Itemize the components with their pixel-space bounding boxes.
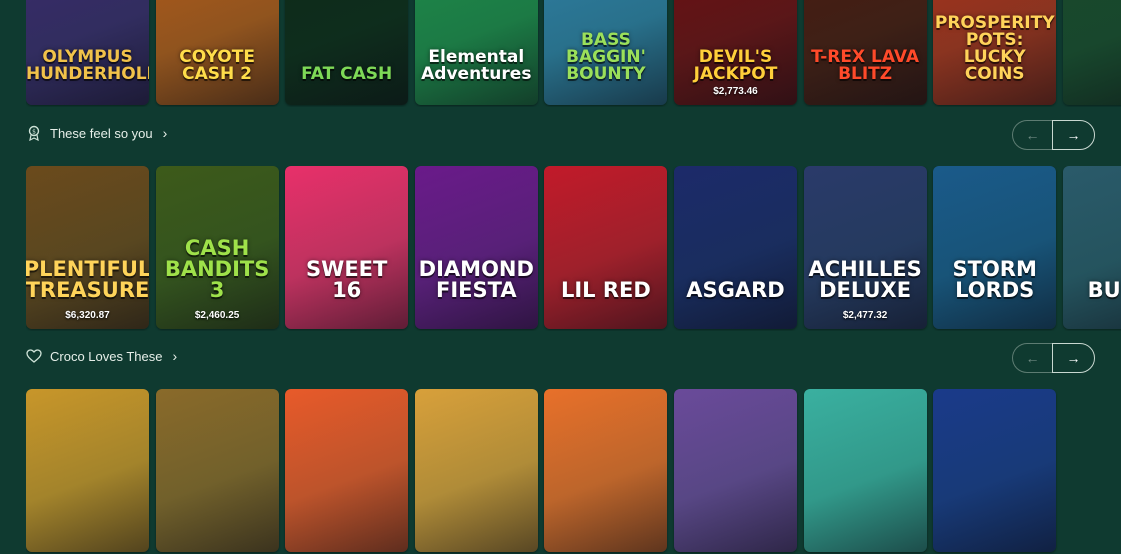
game-tile[interactable]: DIAMOND FIESTA (414, 166, 538, 329)
carousel-nav-2: ← → (1012, 343, 1095, 373)
game-tile[interactable]: ASGARD (674, 166, 797, 329)
game-title: ACHILLES DELUXE (808, 257, 922, 302)
jackpot-amount: $2,460.25 (194, 310, 240, 321)
game-tile[interactable]: SWEET 16 (285, 166, 409, 329)
chevron-right-icon: › (162, 125, 168, 141)
game-tile[interactable] (26, 389, 149, 552)
game-title: DIAMOND FIESTA (418, 257, 534, 302)
game-tile[interactable] (155, 389, 279, 552)
game-title: COYOTE CASH 2 (179, 47, 255, 84)
game-tile[interactable] (414, 389, 538, 552)
next-arrow-button[interactable]: → (1052, 343, 1095, 373)
game-tile[interactable] (1062, 0, 1121, 105)
game-tile[interactable]: CASH BANDITS 3 $2,460.25 (155, 166, 279, 329)
game-title: BU BU (1087, 278, 1121, 302)
award-icon: $ (26, 125, 42, 141)
heart-icon (26, 348, 42, 364)
section-title: Croco Loves These (50, 348, 163, 364)
game-tile[interactable]: FAT CASH (285, 0, 409, 105)
prev-arrow-button[interactable]: ← (1012, 343, 1052, 373)
bottom-game-row (26, 389, 1121, 554)
svg-text:$: $ (32, 128, 36, 135)
section-header-croco-loves-these[interactable]: Croco Loves These › (26, 348, 177, 364)
game-tile[interactable]: DEVIL'S JACKPOT $2,773.46 (674, 0, 797, 105)
game-title: ASGARD (686, 278, 785, 302)
game-tile[interactable]: COYOTE CASH 2 (155, 0, 279, 105)
game-tile[interactable]: BASS BAGGIN' BOUNTY (544, 0, 668, 105)
game-tile[interactable]: BU BU (1062, 166, 1121, 329)
game-tile[interactable] (674, 389, 797, 552)
game-tile[interactable] (803, 389, 927, 552)
game-tile[interactable]: LIL RED (544, 166, 668, 329)
section-header-these-feel-so-you[interactable]: $ These feel so you › (26, 125, 167, 141)
game-tile[interactable] (933, 389, 1057, 552)
game-tile[interactable]: OLYMPUS THUNDERHOLD (26, 0, 149, 105)
game-tile[interactable]: PLENTIFUL TREASURE $6,320.87 (26, 166, 149, 329)
section-title: These feel so you (50, 125, 153, 141)
game-title: SWEET 16 (306, 257, 388, 302)
next-arrow-button[interactable]: → (1052, 120, 1095, 150)
game-title: T-REX LAVA BLITZ (811, 47, 920, 84)
game-title: CASH BANDITS 3 (164, 236, 270, 302)
game-tile[interactable]: STORM LORDS (933, 166, 1057, 329)
game-title: LIL RED (560, 278, 651, 302)
game-title: STORM LORDS (952, 257, 1037, 302)
game-title: FAT CASH (301, 64, 393, 84)
game-title: OLYMPUS THUNDERHOLD (26, 47, 149, 84)
game-tile[interactable]: T-REX LAVA BLITZ (803, 0, 927, 105)
top-game-row: OLYMPUS THUNDERHOLD COYOTE CASH 2 FAT CASH… (26, 0, 1121, 107)
game-tile[interactable]: ACHILLES DELUXE $2,477.32 (803, 166, 927, 329)
game-title: Elemental Adventures (421, 47, 532, 84)
game-title: DEVIL'S JACKPOT (693, 47, 778, 84)
carousel-nav-1: ← → (1012, 120, 1095, 150)
middle-game-row: PLENTIFUL TREASURE $6,320.87 CASH BANDITS … (26, 166, 1121, 331)
game-title: PLENTIFUL TREASURE (26, 257, 149, 302)
game-tile[interactable]: Elemental Adventures (414, 0, 538, 105)
jackpot-amount: $2,773.46 (713, 86, 758, 97)
game-tile[interactable]: PROSPERITY POTS: LUCKY COINS (933, 0, 1057, 105)
chevron-right-icon: › (172, 348, 178, 364)
prev-arrow-button[interactable]: ← (1012, 120, 1052, 150)
jackpot-amount: $2,477.32 (842, 310, 888, 321)
game-title: PROSPERITY POTS: LUCKY COINS (934, 13, 1055, 84)
game-tile[interactable] (285, 389, 409, 552)
game-title: BASS BAGGIN' BOUNTY (566, 30, 646, 84)
jackpot-amount: $6,320.87 (65, 310, 110, 321)
game-tile[interactable] (544, 389, 668, 552)
